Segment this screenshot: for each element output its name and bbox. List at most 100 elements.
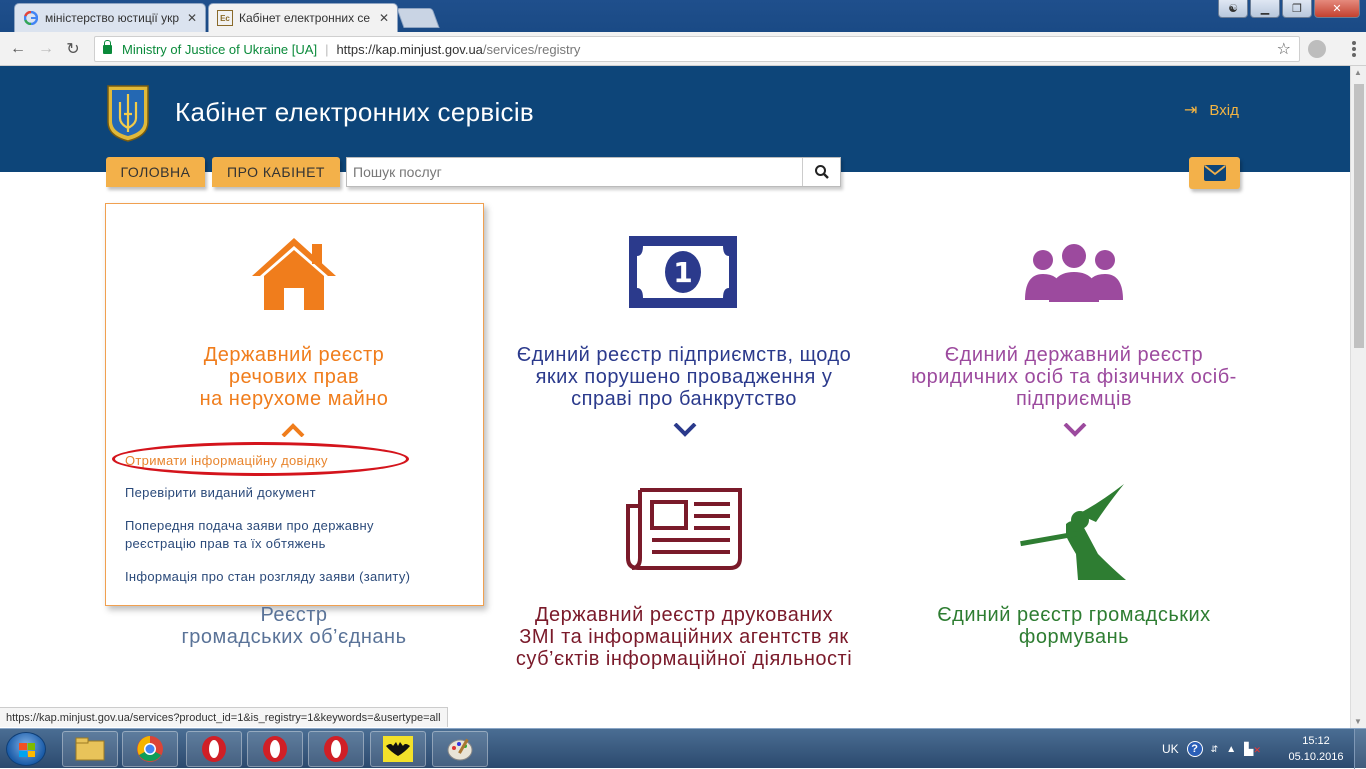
search-icon (814, 165, 829, 179)
show-hidden-icons[interactable]: ▲ (1226, 744, 1236, 755)
title-line: ЗМІ та інформаційних агентств як (519, 626, 849, 648)
banknote-icon[interactable]: 1 (629, 236, 737, 308)
windows-logo-icon (19, 743, 35, 757)
search-button[interactable] (802, 158, 840, 186)
folder-icon (75, 737, 105, 761)
tab-ministry-search[interactable]: міністерство юстиції укр ✕ (14, 3, 206, 32)
service-title-legal-entities-register[interactable]: Єдиний державний реєстр юридичних осіб т… (884, 344, 1264, 410)
title-line: Єдиний реєстр громадських (937, 604, 1211, 626)
window-controls: ☯ ▁ ❐ ✕ (1218, 0, 1360, 18)
sign-in-icon: ⇥ (1184, 102, 1198, 119)
chrome-icon (137, 736, 163, 762)
close-tab-icon[interactable]: ✕ (187, 11, 197, 25)
title-line: на нерухоме майно (199, 388, 389, 410)
mail-button[interactable] (1189, 157, 1240, 189)
user-icon[interactable]: ☯ (1218, 0, 1248, 18)
close-window-button[interactable]: ✕ (1314, 0, 1360, 18)
url-separator: | (325, 41, 329, 57)
title-line: справі про банкрутство (571, 388, 797, 410)
url-host: https://kap.minjust.gov.ua (336, 41, 483, 57)
service-title-bankruptcy-register[interactable]: Єдиний реєстр підприємств, щодо яких пор… (496, 344, 872, 410)
back-arrow-icon[interactable]: ← (8, 39, 28, 59)
extension-icon[interactable] (1308, 40, 1326, 58)
title-line: підприємців (1015, 388, 1133, 410)
link-preliminary-application[interactable]: Попередня подача заяви про державну реєс… (125, 517, 374, 553)
service-title-media-register[interactable]: Державний реєстр друкованих ЗМІ та інфор… (486, 604, 882, 670)
maximize-button[interactable]: ❐ (1282, 0, 1312, 18)
taskbar-opera-2[interactable] (247, 731, 303, 767)
nav-home-button[interactable]: ГОЛОВНА (106, 157, 205, 187)
chevron-up-icon[interactable] (281, 423, 305, 437)
link-text: Інформація про стан розгляду заяви (запи… (125, 569, 411, 584)
system-tray: UK ? ⇵ ▲ ▙✕ (1162, 729, 1261, 769)
close-tab-icon[interactable]: ✕ (379, 11, 389, 25)
scroll-up-arrow-icon[interactable]: ▲ (1354, 68, 1362, 77)
service-title-formations-register[interactable]: Єдиний реєстр громадських формувань (884, 604, 1264, 648)
start-button[interactable] (6, 732, 46, 766)
title-line: яких порушено провадження у (535, 366, 833, 388)
title-line: громадських об’єднань (181, 626, 407, 648)
minimize-button[interactable]: ▁ (1250, 0, 1280, 18)
clock-date: 05.10.2016 (1288, 751, 1344, 763)
taskbar-chrome[interactable] (122, 731, 178, 767)
tray-arrows-icon[interactable]: ⇵ (1211, 744, 1219, 755)
new-tab-button[interactable] (396, 8, 440, 28)
taskbar-paint[interactable] (432, 731, 488, 767)
nav-about-button[interactable]: ПРО КАБІНЕТ (212, 157, 340, 187)
title-line: суб’єктів інформаційної діяльності (515, 648, 853, 670)
google-icon (23, 10, 39, 26)
show-desktop-button[interactable] (1354, 729, 1366, 769)
taskbar-explorer[interactable] (62, 731, 118, 767)
svg-text:1: 1 (673, 256, 692, 289)
people-icon[interactable] (1023, 242, 1125, 302)
help-icon[interactable]: ? (1186, 741, 1203, 757)
title-line: юридичних осіб та фізичних осіб- (911, 366, 1237, 388)
lock-icon (103, 39, 112, 54)
link-text: Попередня подача заяви про державну (125, 518, 374, 533)
network-icon[interactable]: ▙✕ (1244, 742, 1261, 756)
newspaper-icon[interactable] (626, 488, 742, 570)
service-title-property-register[interactable]: Державний реєстр речових прав на нерухом… (135, 344, 453, 410)
link-text: реєстрацію прав та їх обтяжень (125, 536, 326, 551)
browser-menu-icon[interactable] (1352, 41, 1356, 57)
opera-icon (324, 736, 348, 762)
scroll-down-arrow-icon[interactable]: ▼ (1354, 717, 1362, 726)
taskbar-opera-1[interactable] (186, 731, 242, 767)
bookmark-star-icon[interactable]: ☆ (1277, 39, 1291, 59)
security-label: Ministry of Justice of Ukraine [UA] (122, 41, 318, 57)
address-bar[interactable]: Ministry of Justice of Ukraine [UA] | ht… (94, 36, 1300, 62)
login-link[interactable]: ⇥ Вхід (1184, 100, 1239, 120)
opera-icon (202, 736, 226, 762)
title-line: Єдиний реєстр підприємств, щодо (516, 344, 852, 366)
link-application-status[interactable]: Інформація про стан розгляду заяви (запи… (125, 568, 410, 586)
house-icon[interactable] (248, 234, 340, 310)
opera-icon (263, 736, 287, 762)
site-title: Кабінет електронних сервісів (175, 97, 535, 127)
page-scrollbar[interactable]: ▲ ▼ (1350, 66, 1366, 728)
tab-title: Кабінет електронних се (239, 11, 371, 25)
web-page: Кабінет електронних сервісів ⇥ Вхід ГОЛО… (0, 66, 1350, 728)
taskbar-app-batman[interactable] (370, 731, 426, 767)
browser-toolbar: ← → ↻ Ministry of Justice of Ukraine [UA… (0, 32, 1366, 66)
scrollbar-thumb[interactable] (1354, 84, 1364, 348)
forward-arrow-icon[interactable]: → (36, 39, 56, 59)
system-clock[interactable]: 15:12 05.10.2016 (1288, 733, 1344, 765)
clock-time: 15:12 (1302, 735, 1330, 747)
title-line: формувань (1018, 626, 1130, 648)
language-indicator[interactable]: UK (1162, 742, 1179, 756)
title-line: Єдиний державний реєстр (944, 344, 1204, 366)
title-line: Державний реєстр друкованих (534, 604, 834, 626)
link-verify-document[interactable]: Перевірити виданий документ (125, 484, 316, 502)
service-title-associations-register[interactable]: Реєстр громадських об’єднань (135, 604, 453, 648)
link-status-bar: https://kap.minjust.gov.ua/services?prod… (0, 707, 448, 727)
tab-cabinet[interactable]: Ес Кабінет електронних се ✕ (208, 3, 398, 32)
cossack-icon[interactable] (1018, 484, 1130, 584)
chevron-down-icon[interactable] (673, 423, 697, 437)
reload-icon[interactable]: ↻ (63, 39, 83, 59)
tab-title: міністерство юстиції укр (45, 11, 179, 25)
taskbar-opera-3[interactable] (308, 731, 364, 767)
chevron-down-icon[interactable] (1063, 423, 1087, 437)
search-input[interactable] (347, 158, 802, 186)
coat-of-arms-icon[interactable] (106, 84, 150, 142)
browser-tab-bar: міністерство юстиції укр ✕ Ес Кабінет ел… (0, 0, 1366, 32)
